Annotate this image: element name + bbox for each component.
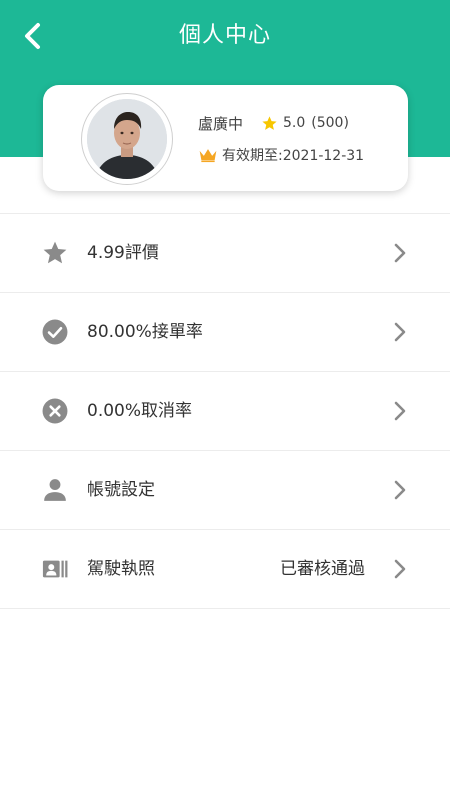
- avatar: [81, 93, 173, 185]
- validity-date: 有效期至:2021-12-31: [222, 148, 365, 164]
- menu-item-account-settings[interactable]: 帳號設定: [0, 450, 450, 529]
- license-status: 已審核通過: [280, 559, 365, 579]
- avatar-photo: [87, 99, 167, 179]
- chevron-right-icon: [394, 480, 406, 500]
- person-icon: [42, 477, 68, 503]
- chevron-right-icon: [394, 243, 406, 263]
- menu-item-label: 4.99評價: [87, 243, 159, 263]
- chevron-right-icon: [394, 401, 406, 421]
- menu-item-rating[interactable]: 4.99評價: [0, 213, 450, 292]
- check-circle-icon: [42, 319, 68, 345]
- star-icon: [262, 115, 277, 130]
- menu-item-label: 80.00%接單率: [87, 322, 203, 342]
- user-info-line: 盧廣中 5.0 (500): [198, 112, 349, 134]
- profile-card: 盧廣中 5.0 (500) 有效期至:2021-12-31: [43, 85, 408, 191]
- star-icon: [42, 240, 68, 266]
- menu-item-label: 駕駛執照: [87, 559, 155, 579]
- menu-item-acceptance-rate[interactable]: 80.00%接單率: [0, 292, 450, 371]
- crown-icon: [199, 149, 217, 163]
- page-title: 個人中心: [178, 23, 271, 48]
- menu-item-label: 帳號設定: [87, 480, 155, 500]
- validity-line: 有效期至:2021-12-31: [198, 144, 364, 166]
- menu-item-cancel-rate[interactable]: 0.00%取消率: [0, 371, 450, 450]
- menu-item-driver-license[interactable]: 駕駛執照 已審核通過: [0, 529, 450, 609]
- user-name: 盧廣中: [198, 114, 244, 133]
- menu-list: 4.99評價 80.00%接單率 0.00%取消率 帳號設定 駕駛執照 已審核通…: [0, 213, 450, 609]
- cancel-circle-icon: [42, 398, 68, 424]
- rating-count: (500): [311, 115, 349, 131]
- rating-value: 5.0: [283, 115, 306, 131]
- chevron-right-icon: [394, 322, 406, 342]
- user-rating: 5.0 (500): [261, 115, 349, 132]
- id-card-icon: [42, 556, 68, 582]
- menu-item-label: 0.00%取消率: [87, 401, 193, 421]
- chevron-right-icon: [394, 559, 406, 579]
